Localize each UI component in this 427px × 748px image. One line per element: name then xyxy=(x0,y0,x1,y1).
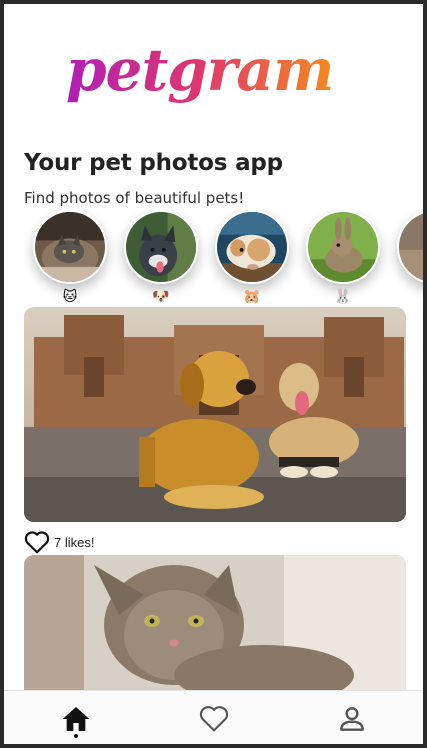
nav-profile-button[interactable] xyxy=(336,703,368,735)
heart-outline-icon[interactable] xyxy=(24,530,50,554)
hamster-face-icon: 🐹 xyxy=(243,289,261,305)
nav-favorites-button[interactable] xyxy=(198,703,230,735)
category-photo-rabbits xyxy=(306,210,380,284)
page-subtitle: Find photos of beautiful pets! xyxy=(24,189,245,207)
category-list: 🐱 🐶 🐹 🐰 xyxy=(24,210,423,310)
category-item-dogs[interactable]: 🐶 xyxy=(123,210,199,310)
page-title: Your pet photos app xyxy=(24,150,283,176)
bottom-navbar xyxy=(4,690,423,744)
svg-text:petgram: petgram xyxy=(66,36,333,104)
nav-home-button[interactable] xyxy=(60,703,92,735)
category-item-rabbits[interactable]: 🐰 xyxy=(305,210,381,310)
home-icon xyxy=(62,707,90,731)
category-photo-partial xyxy=(397,210,423,284)
likes-count: 7 likes! xyxy=(54,534,95,550)
post-photo-cat[interactable] xyxy=(24,555,406,695)
category-photo-hamsters xyxy=(215,210,289,284)
rabbit-face-icon: 🐰 xyxy=(334,289,352,305)
category-item-hamsters[interactable]: 🐹 xyxy=(214,210,290,310)
category-photo-cats xyxy=(33,210,107,284)
category-photo-dogs xyxy=(124,210,198,284)
post-photo-dogs[interactable] xyxy=(24,307,406,522)
dog-face-icon: 🐶 xyxy=(152,289,170,305)
category-item-cats[interactable]: 🐱 xyxy=(32,210,108,310)
heart-outline-icon xyxy=(199,706,229,732)
person-icon xyxy=(340,707,364,731)
cat-face-icon: 🐱 xyxy=(62,289,78,305)
active-indicator xyxy=(74,734,78,738)
likes-row: 7 likes! xyxy=(24,529,94,555)
category-item-more[interactable] xyxy=(396,210,423,310)
app-logo: petgram xyxy=(64,34,344,114)
app-screen: petgram Your pet photos app Find photos … xyxy=(4,4,423,744)
